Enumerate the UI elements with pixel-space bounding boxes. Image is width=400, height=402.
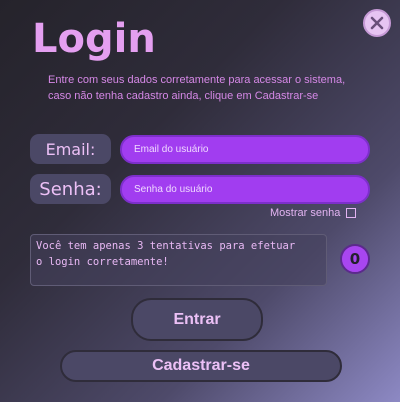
attempts-message: Você tem apenas 3 tentativas para efetua… — [30, 234, 327, 286]
page-title: Login — [32, 16, 156, 62]
enter-button[interactable]: Entrar — [131, 298, 263, 341]
show-password-checkbox[interactable] — [346, 208, 357, 218]
show-password-label: Mostrar senha — [270, 207, 341, 219]
register-button[interactable]: Cadastrar-se — [60, 350, 342, 382]
password-label: Senha: — [30, 174, 111, 204]
password-field[interactable] — [120, 175, 370, 204]
email-field[interactable] — [120, 135, 370, 164]
intro-line-1: Entre com seus dados corretamente para a… — [48, 74, 346, 86]
close-icon — [370, 16, 384, 30]
close-button[interactable] — [363, 9, 391, 37]
email-label: Email: — [30, 134, 111, 164]
intro-text: Entre com seus dados corretamente para a… — [48, 72, 378, 104]
intro-line-2: caso não tenha cadastro ainda, clique em… — [48, 90, 319, 102]
show-password-toggle[interactable]: Mostrar senha — [270, 207, 357, 219]
attempts-counter: 0 — [340, 244, 370, 274]
